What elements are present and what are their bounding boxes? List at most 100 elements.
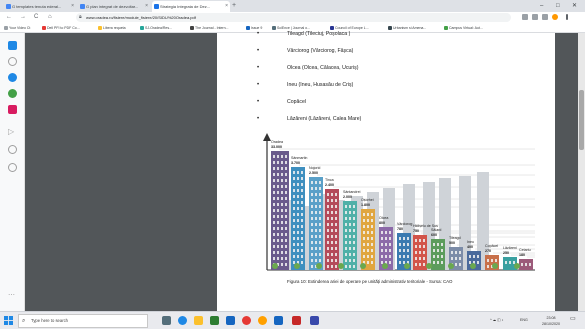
close-tab-icon[interactable]: × xyxy=(225,1,228,12)
tab-3-active[interactable]: Strategia Integrata de Dez... × xyxy=(152,1,230,12)
building-window xyxy=(301,243,303,246)
city-value-label: 2.400 xyxy=(325,183,334,187)
building-window xyxy=(301,249,303,252)
clock[interactable]: 23:08 28/10/2020 xyxy=(538,315,564,327)
acrobat-icon[interactable] xyxy=(292,316,301,325)
building-window xyxy=(281,233,283,236)
edge-icon[interactable] xyxy=(178,316,187,325)
settings-icon[interactable] xyxy=(8,163,17,172)
bookmark-item[interactable]: Your Video Ct xyxy=(4,23,30,33)
address-bar[interactable]: 🔒︎ www.oradea.ro/fisiere/module_fisiere/… xyxy=(76,13,511,22)
chrome-icon[interactable] xyxy=(242,316,251,325)
more-icon[interactable]: ⋯ xyxy=(8,291,17,300)
building-window xyxy=(297,189,299,192)
forward-button[interactable]: → xyxy=(20,12,26,23)
city-name-label: Cetariu xyxy=(519,248,531,252)
building-window xyxy=(315,259,317,262)
app-icon[interactable] xyxy=(8,41,17,50)
language-indicator[interactable]: ENG xyxy=(520,317,528,323)
building-window xyxy=(277,227,279,230)
new-tab-button[interactable]: + xyxy=(232,0,236,12)
search-icon[interactable] xyxy=(8,57,17,66)
bookmark-icon xyxy=(140,26,144,30)
city-value-label: 750 xyxy=(413,229,419,233)
building-window xyxy=(415,263,417,266)
close-window-button[interactable]: ✕ xyxy=(572,0,577,12)
tab-1[interactable]: G templates tenuta ederal... × xyxy=(4,1,76,12)
bullet-dot: • xyxy=(257,65,260,71)
building-window xyxy=(315,199,317,202)
close-tab-icon[interactable]: × xyxy=(71,1,74,12)
city-name-label: Vârciorog xyxy=(397,222,412,226)
task-view-icon[interactable] xyxy=(162,316,171,325)
building-window xyxy=(277,215,279,218)
app-icon[interactable] xyxy=(310,316,319,325)
windows-start-icon[interactable] xyxy=(4,316,13,325)
store-icon[interactable] xyxy=(226,316,235,325)
building-window xyxy=(311,205,313,208)
bookmark-item[interactable]: Dell PFI to PDF Co... xyxy=(42,23,80,33)
document-icon xyxy=(154,4,159,9)
extension-icon[interactable] xyxy=(532,14,538,20)
building-window xyxy=(353,217,355,220)
extension-icon[interactable] xyxy=(522,14,528,20)
building-window xyxy=(381,243,383,246)
bookmark-item[interactable]: Issue 9 xyxy=(246,23,262,33)
building-window xyxy=(301,231,303,234)
app-icon[interactable] xyxy=(258,316,267,325)
pdf-viewer-background xyxy=(25,33,217,311)
bookmark-item[interactable]: The Journal - Intern... xyxy=(190,23,228,33)
maximize-button[interactable]: □ xyxy=(556,0,560,12)
building-window xyxy=(327,205,329,208)
close-tab-icon[interactable]: × xyxy=(145,1,148,12)
tray-icons[interactable]: ^ ☁ ◫ ♪ xyxy=(490,317,503,323)
notifications-icon[interactable]: ▭ xyxy=(570,316,576,322)
building-window xyxy=(399,237,401,240)
building-window xyxy=(363,249,365,252)
bookmark-item[interactable]: Campus Virtual: Aut... xyxy=(444,23,483,33)
city-value-label: 250 xyxy=(503,251,509,255)
whatsapp-icon[interactable] xyxy=(8,89,17,98)
building-1 xyxy=(291,167,305,270)
building-window xyxy=(331,199,333,202)
building-window xyxy=(277,245,279,248)
building-window xyxy=(349,223,351,226)
history-icon[interactable] xyxy=(8,145,17,154)
menu-icon[interactable] xyxy=(566,14,568,20)
building-window xyxy=(495,259,497,262)
reload-button[interactable]: C xyxy=(34,12,38,23)
city-value-label: 270 xyxy=(485,249,491,253)
profile-avatar[interactable] xyxy=(552,14,558,20)
tab-2[interactable]: G plan integrat de dezvoltar... × xyxy=(78,1,150,12)
scrollbar-track[interactable] xyxy=(578,33,585,311)
bookmark-label: SJ-Oradea/Res... xyxy=(145,26,173,30)
building-window xyxy=(277,155,279,158)
building-window xyxy=(285,221,287,224)
back-button[interactable]: ← xyxy=(6,12,12,23)
building-window xyxy=(297,195,299,198)
taskbar-search[interactable]: ⌕ Type here to search xyxy=(18,314,148,328)
home-button[interactable]: ⌂ xyxy=(48,12,52,23)
bookmark-item[interactable]: Libera requeta xyxy=(98,23,126,33)
building-window xyxy=(385,255,387,258)
scrollbar-thumb[interactable] xyxy=(579,90,584,150)
building-window xyxy=(297,255,299,258)
building-window xyxy=(455,257,457,260)
building-window xyxy=(345,217,347,220)
word-icon[interactable] xyxy=(274,316,283,325)
building-window xyxy=(277,197,279,200)
bookmark-item[interactable]: SJ-Oradea/Res... xyxy=(140,23,172,33)
play-icon[interactable]: ▷ xyxy=(8,127,17,136)
bookmark-label: Dell PFI to PDF Co... xyxy=(47,26,80,30)
file-explorer-icon[interactable] xyxy=(194,316,203,325)
excel-icon[interactable] xyxy=(210,316,219,325)
building-window xyxy=(285,227,287,230)
building-window xyxy=(529,263,531,266)
extension-icon[interactable] xyxy=(542,14,548,20)
messenger-icon[interactable] xyxy=(8,73,17,82)
city-value-label: 2.500 xyxy=(309,171,318,175)
building-window xyxy=(469,255,471,258)
instagram-icon[interactable] xyxy=(8,105,17,114)
minimize-button[interactable]: – xyxy=(540,0,543,12)
bookmark-item[interactable]: Urbanism si Amena... xyxy=(388,23,426,33)
